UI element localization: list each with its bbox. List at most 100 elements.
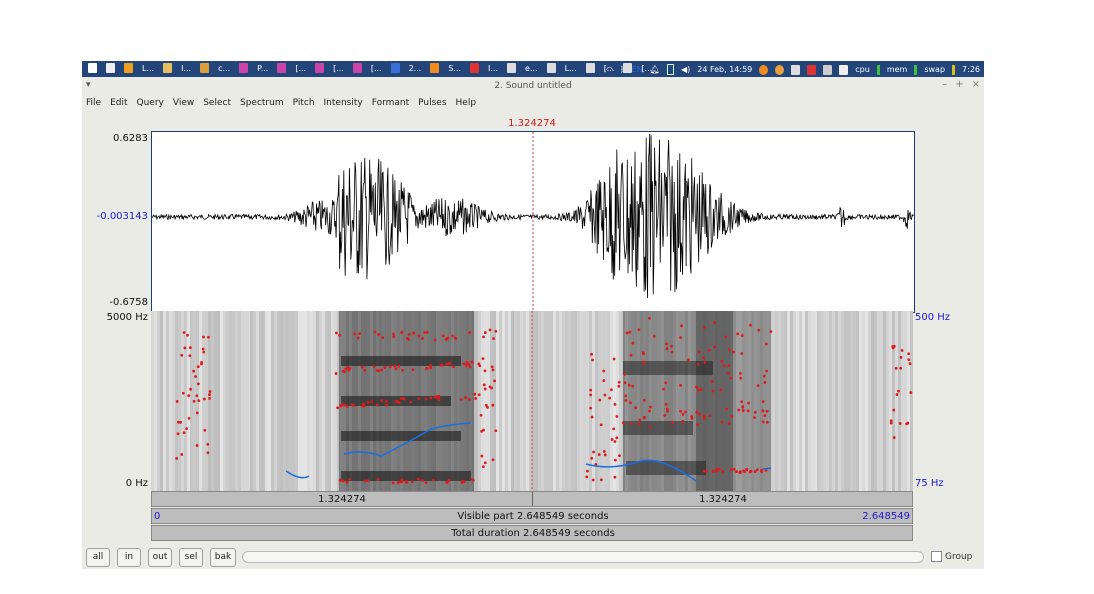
right-segment-duration[interactable]: 1.324274 xyxy=(532,494,914,505)
formant-point xyxy=(760,470,764,474)
spectrogram-column xyxy=(313,311,316,491)
formant-point xyxy=(589,393,593,397)
formant-point xyxy=(719,388,723,392)
menu-file[interactable]: File xyxy=(86,98,101,108)
taskbar-app-item[interactable]: [... xyxy=(333,64,344,73)
spectrogram-column xyxy=(892,311,895,491)
menu-spectrum[interactable]: Spectrum xyxy=(240,98,284,108)
total-duration-bar[interactable]: Total duration 2.648549 seconds xyxy=(151,525,913,541)
waveform-panel[interactable] xyxy=(151,131,915,313)
menu-intensity[interactable]: Intensity xyxy=(324,98,363,108)
taskbar-app-item[interactable]: I... xyxy=(488,64,498,73)
close-button[interactable]: × xyxy=(972,79,980,90)
system-taskbar: L... I... c... P... [... [... [... 2... S... I...… xyxy=(82,61,984,77)
taskbar-app-icon[interactable] xyxy=(507,63,517,73)
formant-point xyxy=(388,365,392,369)
taskbar-app-icon[interactable] xyxy=(546,63,556,73)
taskbar-app-icon[interactable] xyxy=(315,63,325,73)
group-checkbox[interactable] xyxy=(931,551,942,562)
menu-query[interactable]: Query xyxy=(137,98,164,108)
maximize-button[interactable]: + xyxy=(955,79,963,90)
menu-pulses[interactable]: Pulses xyxy=(418,98,446,108)
taskbar-app-icon[interactable] xyxy=(200,63,210,73)
selection-time-bar[interactable]: 1.324274 1.324274 xyxy=(151,491,913,507)
formant-point xyxy=(468,331,472,334)
formant-point xyxy=(376,478,380,481)
spectrogram-column xyxy=(550,311,553,491)
bell-icon[interactable]: 🔔︎ xyxy=(650,65,660,74)
browser-icon[interactable] xyxy=(759,64,769,75)
volume-icon[interactable]: ◀︎) xyxy=(681,65,690,74)
formant-point xyxy=(377,333,381,336)
taskbar-app-icon[interactable] xyxy=(239,63,249,73)
spectrogram-column xyxy=(289,311,292,491)
folder-icon[interactable] xyxy=(839,64,849,75)
taskbar-app-item[interactable]: S... xyxy=(448,64,461,73)
menu-pitch[interactable]: Pitch xyxy=(293,98,315,108)
spectrogram-column xyxy=(820,311,823,491)
formant-point xyxy=(711,469,715,473)
group-toggle[interactable]: Group xyxy=(931,551,972,562)
zoom-selection-button[interactable]: sel xyxy=(179,548,203,567)
formant-point xyxy=(188,354,192,358)
menu-formant[interactable]: Formant xyxy=(372,98,409,108)
total-duration-label[interactable]: Total duration 2.648549 seconds xyxy=(152,528,914,539)
mem-label: mem xyxy=(886,65,908,74)
taskbar-app-icon[interactable] xyxy=(163,63,173,73)
menu-help[interactable]: Help xyxy=(456,98,477,108)
battery-icon[interactable] xyxy=(666,64,674,75)
left-segment-duration[interactable]: 1.324274 xyxy=(152,494,532,505)
wifi-icon[interactable]: ◠ xyxy=(606,65,613,74)
formant-point xyxy=(206,442,210,446)
menu-edit[interactable]: Edit xyxy=(110,98,127,108)
visible-part-label[interactable]: Visible part 2.648549 seconds xyxy=(152,511,914,522)
zoom-out-button[interactable]: out xyxy=(148,548,172,567)
bluetooth-icon[interactable]: ᛒ xyxy=(620,65,625,74)
minimize-button[interactable]: – xyxy=(942,79,947,90)
taskbar-app-icon[interactable] xyxy=(430,63,440,73)
keyboard-layout[interactable]: EN xyxy=(632,65,643,74)
window-icon[interactable] xyxy=(823,64,833,75)
taskbar-app-icon[interactable] xyxy=(124,63,133,73)
file-icon[interactable] xyxy=(106,63,115,73)
taskbar-app-item[interactable]: P... xyxy=(257,64,268,73)
taskbar-app-item[interactable]: 2... xyxy=(409,64,422,73)
taskbar-app-icon[interactable] xyxy=(470,63,480,73)
firefox-icon[interactable] xyxy=(775,64,785,75)
formant-point xyxy=(478,364,482,368)
app-red-icon[interactable] xyxy=(807,64,817,75)
formant-point xyxy=(189,387,193,391)
taskbar-app-item[interactable]: [... xyxy=(295,64,306,73)
formant-point xyxy=(753,470,757,473)
zoom-back-button[interactable]: bak xyxy=(210,548,236,567)
formant-point xyxy=(720,420,724,424)
taskbar-app-icon[interactable] xyxy=(352,63,362,73)
horizontal-scrollbar[interactable] xyxy=(242,551,924,563)
zoom-in-button[interactable]: in xyxy=(117,548,141,567)
taskbar-app-icon[interactable] xyxy=(585,63,595,73)
datetime[interactable]: 24 Feb, 14:59 xyxy=(697,65,752,74)
taskbar-app-icon[interactable] xyxy=(390,63,400,73)
spectrogram-column xyxy=(862,311,865,491)
window-titlebar[interactable]: ▾ 2. Sound untitled – + × xyxy=(82,77,984,95)
visible-part-bar[interactable]: 0 Visible part 2.648549 seconds 2.648549 xyxy=(151,508,913,524)
taskbar-app-item[interactable]: I... xyxy=(181,64,191,73)
terminal-icon[interactable] xyxy=(791,64,801,75)
menu-view[interactable]: View xyxy=(173,98,194,108)
zoom-all-button[interactable]: all xyxy=(86,548,110,567)
spectrogram-column xyxy=(619,311,622,491)
spectrogram-panel[interactable] xyxy=(151,311,913,491)
menu-select[interactable]: Select xyxy=(203,98,231,108)
formant-point xyxy=(185,427,188,431)
clock[interactable]: 7:26 xyxy=(962,65,980,74)
taskbar-app-item[interactable]: L... xyxy=(142,64,154,73)
app-menu-icon[interactable] xyxy=(88,63,97,73)
taskbar-app-item[interactable]: L... xyxy=(565,64,577,73)
swap-meter xyxy=(952,64,956,75)
taskbar-app-item[interactable]: e... xyxy=(525,64,538,73)
taskbar-app-item[interactable]: c... xyxy=(218,64,230,73)
formant-point xyxy=(195,444,199,447)
taskbar-app-item[interactable]: [... xyxy=(371,64,382,73)
formant-point xyxy=(590,415,594,419)
taskbar-app-icon[interactable] xyxy=(277,63,287,73)
